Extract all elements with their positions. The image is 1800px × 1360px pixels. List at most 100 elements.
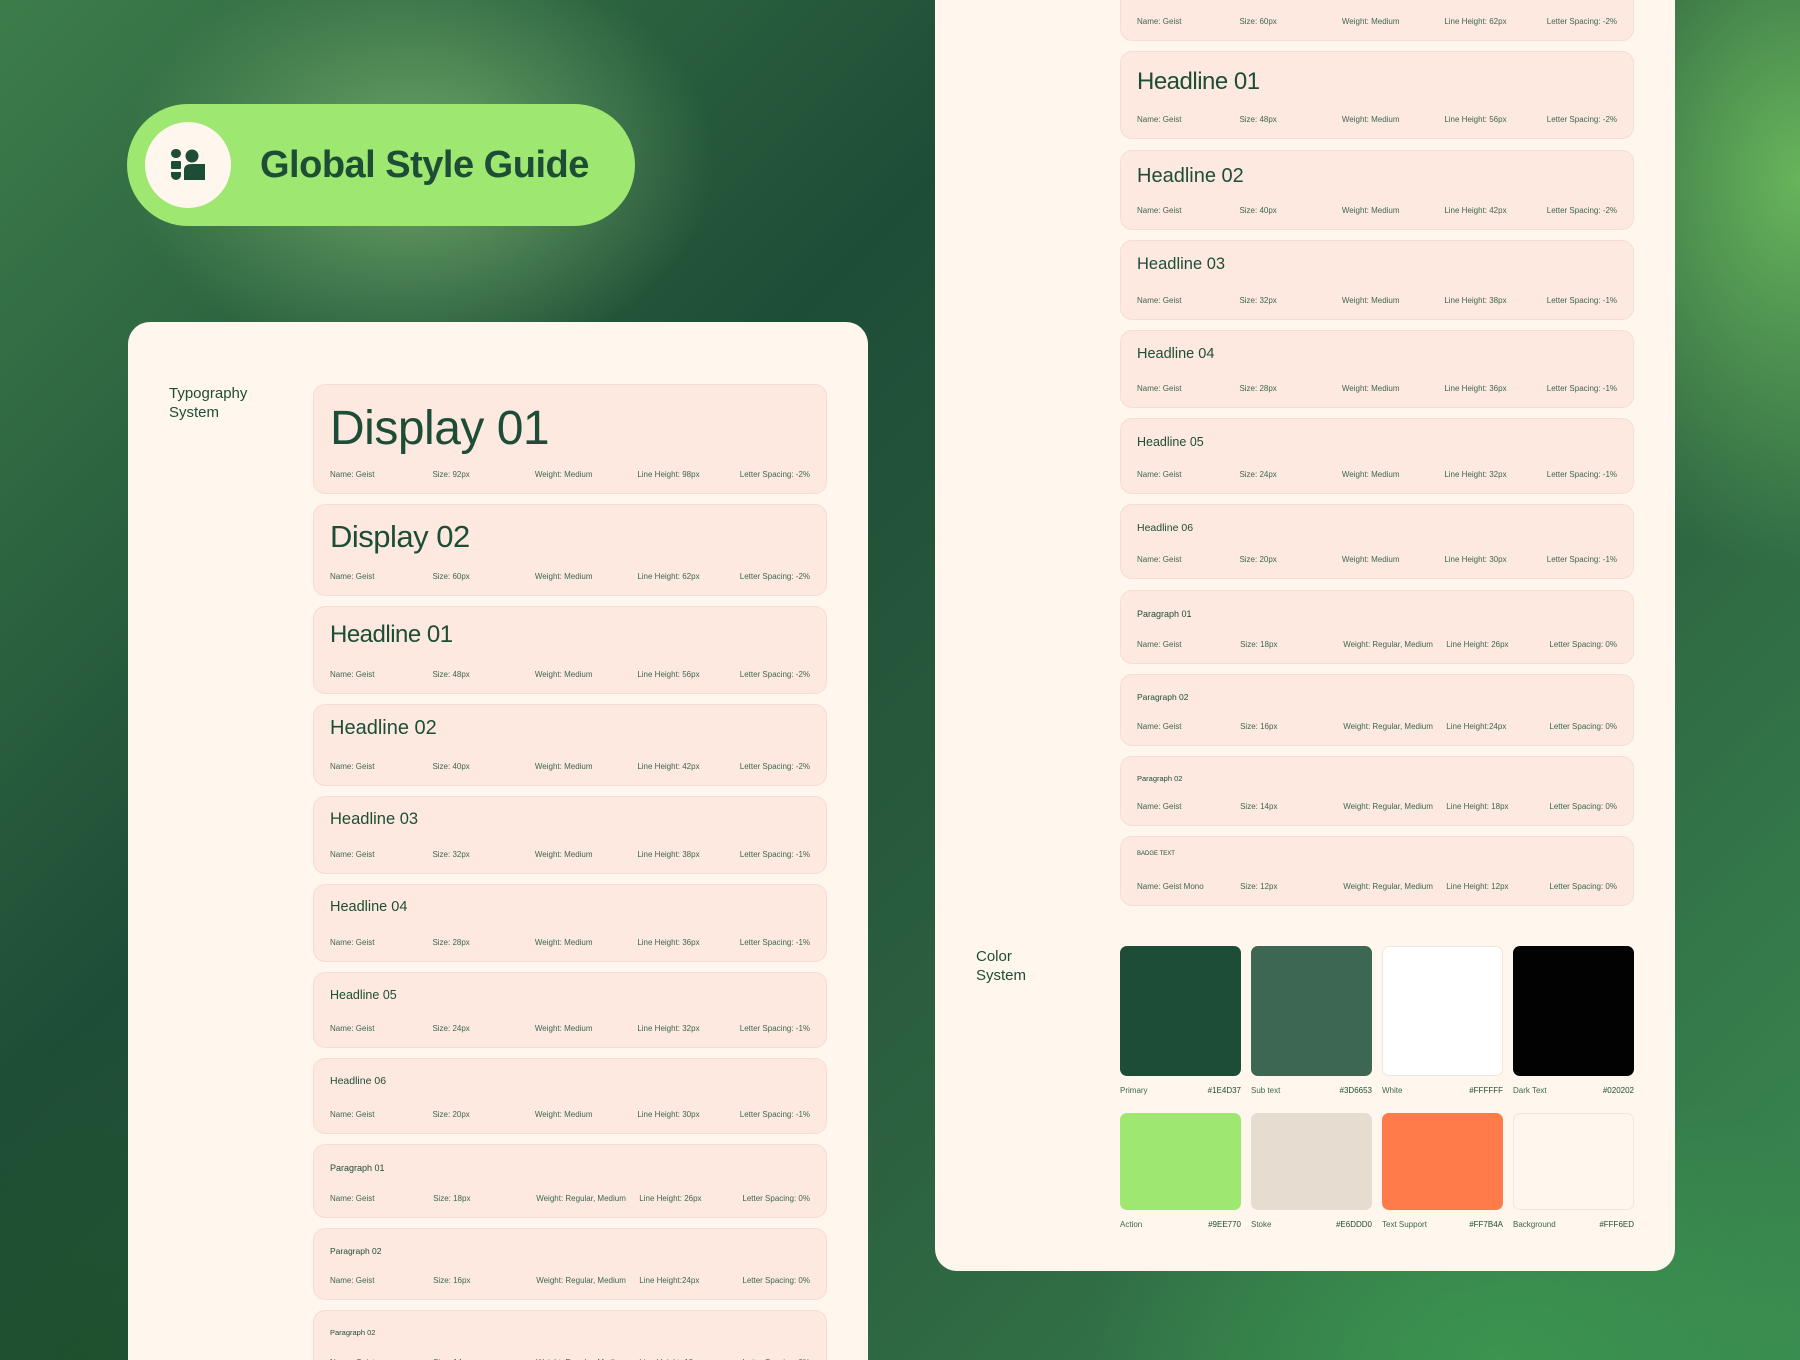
spec-size: Size: 48px (432, 670, 470, 679)
spec-font-name: Name: Geist (1137, 384, 1182, 393)
type-style-card: Headline 06 Name: Geist Size: 20px Weight: … (313, 1058, 827, 1134)
color-swatch (1382, 1113, 1503, 1210)
spec-weight: Weight: Medium (1341, 17, 1400, 26)
type-style-name: Headline 03 (330, 810, 419, 828)
type-style-card: Headline 03 Name: Geist Size: 32px Weight: … (1120, 240, 1634, 320)
spec-weight: Weight: Medium (534, 850, 593, 859)
type-style-name: Paragraph 02 (1137, 692, 1189, 702)
spec-letter-spacing: Letter Spacing: -1% (739, 850, 811, 859)
type-style-specs: Name: Geist Size: 18px Weight: Regular, Me… (1137, 640, 1617, 649)
spec-line-height: Line Height: 62px (637, 572, 700, 581)
type-style-card: Headline 05 Name: Geist Size: 24px Weight: … (313, 972, 827, 1048)
spec-size: Size: 14px (1240, 802, 1278, 811)
spec-weight: Weight: Regular, Medium (1343, 722, 1433, 731)
spec-line-height: Line Height: 38px (637, 850, 700, 859)
color-swatch (1513, 946, 1634, 1076)
type-style-card: Headline 01 Name: Geist Size: 48px Weight: … (1120, 51, 1634, 139)
section-label-line: System (976, 967, 1027, 984)
color-swatch-label: Text Support #FF7B4A (1382, 1220, 1503, 1229)
type-style-name: Display 01 (330, 402, 550, 455)
spec-weight: Weight: Medium (534, 572, 593, 581)
spec-line-height: Line Height: 98px (637, 470, 700, 479)
type-style-name: Headline 04 (1137, 346, 1215, 362)
type-style-card: Paragraph 01 Name: Geist Size: 18px Weight:… (1120, 590, 1634, 664)
type-style-specs: Name: Geist Size: 24px Weight: Medium Line … (1137, 470, 1617, 479)
type-style-specs: Name: Geist Size: 40px Weight: Medium Line … (1137, 206, 1617, 215)
type-style-specs: Name: Geist Size: 48px Weight: Medium Line … (1137, 115, 1617, 124)
type-style-name: Headline 01 (1137, 68, 1260, 95)
spec-size: Size: 40px (432, 762, 470, 771)
type-style-card: Paragraph 02 Name: Geist Size: 16px Weight:… (313, 1228, 827, 1300)
spec-line-height: Line Height: 38px (1444, 296, 1507, 305)
color-name: White (1382, 1086, 1403, 1095)
type-style-specs: Name: Geist Size: 28px Weight: Medium Line … (330, 938, 810, 947)
type-style-specs: Name: Geist Size: 24px Weight: Medium Line … (330, 1024, 810, 1033)
color-swatch-label: Background #FFF6ED (1513, 1220, 1634, 1229)
type-style-card: Name: Geist Size: 60px Weight: Medium Line … (1120, 0, 1634, 41)
color-hex: #020202 (1602, 1086, 1634, 1095)
color-name: Text Support (1382, 1220, 1427, 1229)
spec-letter-spacing: Letter Spacing: -1% (739, 938, 811, 947)
color-swatch-label: Action #9EE770 (1120, 1220, 1241, 1229)
spec-weight: Weight: Medium (534, 938, 593, 947)
spec-weight: Weight: Medium (534, 762, 593, 771)
spec-line-height: Line Height: 42px (637, 762, 700, 771)
spec-letter-spacing: Letter Spacing: -1% (739, 1110, 811, 1119)
spec-letter-spacing: Letter Spacing: -2% (1546, 206, 1618, 215)
spec-weight: Weight: Regular, Medium (1343, 640, 1433, 649)
spec-weight: Weight: Regular, Medium (1343, 802, 1433, 811)
spec-weight: Weight: Medium (1341, 296, 1400, 305)
spec-letter-spacing: Letter Spacing: -2% (739, 470, 811, 479)
type-style-specs: Name: Geist Size: 18px Weight: Regular, Me… (330, 1194, 810, 1203)
type-style-name: Paragraph 01 (330, 1163, 385, 1173)
spec-font-name: Name: Geist (1137, 17, 1182, 26)
spec-letter-spacing: Letter Spacing: -2% (1546, 17, 1618, 26)
spec-letter-spacing: Letter Spacing: -2% (1546, 115, 1618, 124)
typography-section-label: Typography System (169, 384, 289, 422)
page-title: Global Style Guide (260, 143, 589, 186)
type-style-card: Headline 01 Name: Geist Size: 48px Weight: … (313, 606, 827, 694)
spec-size: Size: 48px (1239, 115, 1277, 124)
spec-font-name: Name: Geist (330, 572, 375, 581)
spec-line-height: Line Height: 26px (1446, 640, 1509, 649)
color-swatch (1251, 946, 1372, 1076)
spec-letter-spacing: Letter Spacing: 0% (1549, 882, 1617, 891)
spec-size: Size: 60px (432, 572, 470, 581)
spec-letter-spacing: Letter Spacing: 0% (742, 1276, 810, 1285)
spec-size: Size: 12px (1240, 882, 1278, 891)
spec-font-name: Name: Geist (1137, 555, 1182, 564)
type-style-card: Headline 04 Name: Geist Size: 28px Weight: … (313, 884, 827, 962)
spec-weight: Weight: Medium (534, 1024, 593, 1033)
spec-font-name: Name: Geist (1137, 115, 1182, 124)
spec-size: Size: 24px (1239, 470, 1277, 479)
spec-weight: Weight: Regular, Medium (536, 1194, 626, 1203)
spec-weight: Weight: Medium (1341, 206, 1400, 215)
type-style-name: Headline 02 (330, 717, 437, 739)
spec-letter-spacing: Letter Spacing: -1% (1546, 384, 1618, 393)
spec-font-name: Name: Geist (330, 1276, 375, 1285)
section-label-line: Typography (169, 385, 248, 402)
spec-line-height: Line Height: 12px (1446, 882, 1509, 891)
spec-letter-spacing: Letter Spacing: -1% (1546, 470, 1618, 479)
type-style-card: Paragraph 02 Name: Geist Size: 14px Weight:… (1120, 756, 1634, 826)
spec-letter-spacing: Letter Spacing: 0% (1549, 722, 1617, 731)
spec-size: Size: 32px (1239, 296, 1277, 305)
spec-font-name: Name: Geist (330, 1110, 375, 1119)
type-style-card: Headline 04 Name: Geist Size: 28px Weight: … (1120, 330, 1634, 408)
spec-size: Size: 24px (432, 1024, 470, 1033)
spec-font-name: Name: Geist (330, 470, 375, 479)
typography-panel-right: Name: Geist Size: 60px Weight: Medium Line … (935, 0, 1675, 1271)
spec-font-name: Name: Geist (330, 762, 375, 771)
spec-letter-spacing: Letter Spacing: -2% (739, 670, 811, 679)
type-style-specs: Name: Geist Size: 14px Weight: Regular, Me… (1137, 802, 1617, 811)
spec-font-name: Name: Geist (330, 1194, 375, 1203)
spec-letter-spacing: Letter Spacing: -2% (739, 762, 811, 771)
type-style-name: Display 02 (330, 519, 470, 554)
color-swatch-label: White #FFFFFF (1382, 1086, 1503, 1095)
title-pill: Global Style Guide (127, 104, 635, 226)
type-style-specs: Name: Geist Size: 16px Weight: Regular, Me… (330, 1276, 810, 1285)
spec-font-name: Name: Geist (1137, 640, 1182, 649)
type-style-specs: Name: Geist Size: 32px Weight: Medium Line … (1137, 296, 1617, 305)
type-style-specs: Name: Geist Mono Size: 12px Weight: Regula… (1137, 882, 1617, 891)
color-swatch-label: Stoke #E6DDD0 (1251, 1220, 1372, 1229)
